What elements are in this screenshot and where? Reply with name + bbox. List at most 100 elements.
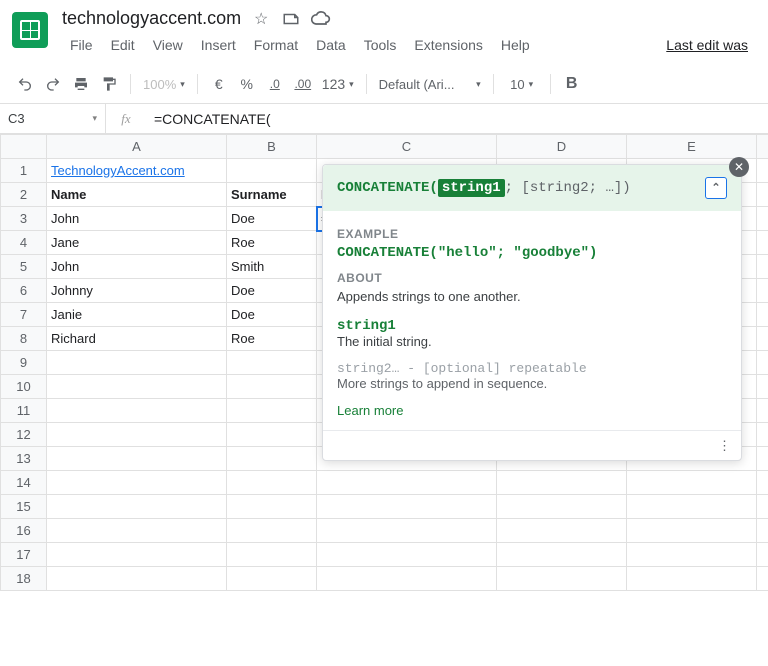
cell[interactable]: John — [47, 207, 227, 231]
row-header[interactable]: 9 — [1, 351, 47, 375]
cell[interactable]: TechnologyAccent.com — [47, 159, 227, 183]
cell[interactable]: Name — [47, 183, 227, 207]
bold-button[interactable]: B — [559, 71, 585, 97]
cell[interactable] — [627, 519, 757, 543]
cell[interactable]: Doe — [227, 303, 317, 327]
cell[interactable] — [627, 495, 757, 519]
cell[interactable] — [757, 423, 768, 447]
cell[interactable]: Doe — [227, 207, 317, 231]
close-icon[interactable]: ✕ — [729, 157, 749, 177]
cell[interactable] — [757, 303, 768, 327]
currency-button[interactable]: € — [206, 71, 232, 97]
cell[interactable] — [317, 543, 497, 567]
cell[interactable] — [497, 567, 627, 591]
cell[interactable] — [227, 543, 317, 567]
zoom-select[interactable]: 100% — [139, 71, 189, 97]
cell[interactable] — [317, 519, 497, 543]
formula-bar-input[interactable]: =CONCATENATE( — [146, 111, 768, 127]
cell[interactable]: Surname — [227, 183, 317, 207]
cell[interactable] — [757, 447, 768, 471]
row-header[interactable]: 1 — [1, 159, 47, 183]
paint-format-button[interactable] — [96, 71, 122, 97]
col-header-d[interactable]: D — [497, 135, 627, 159]
cell[interactable] — [47, 495, 227, 519]
cell[interactable] — [47, 399, 227, 423]
cell[interactable] — [47, 567, 227, 591]
select-all-corner[interactable] — [1, 135, 47, 159]
row-header[interactable]: 18 — [1, 567, 47, 591]
menu-help[interactable]: Help — [493, 33, 538, 57]
cell[interactable] — [317, 471, 497, 495]
row-header[interactable]: 17 — [1, 543, 47, 567]
cell[interactable] — [227, 399, 317, 423]
cloud-status-icon[interactable] — [311, 9, 331, 29]
cell[interactable] — [627, 471, 757, 495]
print-button[interactable] — [68, 71, 94, 97]
cell[interactable] — [757, 351, 768, 375]
cell[interactable] — [757, 183, 768, 207]
collapse-button[interactable]: ⌃ — [705, 177, 727, 199]
cell[interactable] — [757, 231, 768, 255]
percent-button[interactable]: % — [234, 71, 260, 97]
sheets-logo[interactable] — [12, 12, 48, 48]
cell[interactable] — [757, 543, 768, 567]
number-format-select[interactable]: 123 — [318, 71, 358, 97]
cell[interactable]: Johnny — [47, 279, 227, 303]
cell[interactable] — [227, 567, 317, 591]
row-header[interactable]: 7 — [1, 303, 47, 327]
cell[interactable] — [317, 567, 497, 591]
cell[interactable] — [627, 543, 757, 567]
menu-format[interactable]: Format — [246, 33, 306, 57]
menu-file[interactable]: File — [62, 33, 101, 57]
cell[interactable] — [497, 543, 627, 567]
row-header[interactable]: 11 — [1, 399, 47, 423]
col-header-e[interactable]: E — [627, 135, 757, 159]
row-header[interactable]: 10 — [1, 375, 47, 399]
cell[interactable] — [47, 543, 227, 567]
row-header[interactable]: 14 — [1, 471, 47, 495]
menu-edit[interactable]: Edit — [103, 33, 143, 57]
cell[interactable] — [227, 495, 317, 519]
row-header[interactable]: 2 — [1, 183, 47, 207]
cell[interactable] — [627, 567, 757, 591]
row-header[interactable]: 13 — [1, 447, 47, 471]
cell[interactable] — [47, 375, 227, 399]
col-header-a[interactable]: A — [47, 135, 227, 159]
decrease-decimal-button[interactable]: .0 — [262, 71, 288, 97]
cell[interactable] — [757, 159, 768, 183]
cell[interactable] — [47, 351, 227, 375]
font-size-select[interactable]: 10 — [502, 71, 542, 97]
cell[interactable] — [227, 159, 317, 183]
cell[interactable] — [47, 519, 227, 543]
menu-view[interactable]: View — [145, 33, 191, 57]
cell[interactable] — [757, 207, 768, 231]
cell[interactable] — [227, 375, 317, 399]
star-icon[interactable]: ☆ — [251, 9, 271, 29]
col-header-b[interactable]: B — [227, 135, 317, 159]
cell[interactable] — [227, 471, 317, 495]
cell[interactable] — [227, 423, 317, 447]
row-header[interactable]: 8 — [1, 327, 47, 351]
row-header[interactable]: 12 — [1, 423, 47, 447]
learn-more-link[interactable]: Learn more — [337, 403, 727, 418]
menu-data[interactable]: Data — [308, 33, 354, 57]
row-header[interactable]: 3 — [1, 207, 47, 231]
cell[interactable] — [497, 519, 627, 543]
row-header[interactable]: 5 — [1, 255, 47, 279]
cell[interactable] — [757, 375, 768, 399]
doc-title[interactable]: technologyaccent.com — [62, 8, 241, 29]
cell[interactable] — [227, 519, 317, 543]
undo-button[interactable] — [12, 71, 38, 97]
cell[interactable]: Roe — [227, 327, 317, 351]
menu-extensions[interactable]: Extensions — [406, 33, 490, 57]
cell[interactable] — [757, 399, 768, 423]
col-header-c[interactable]: C — [317, 135, 497, 159]
cell[interactable]: Roe — [227, 231, 317, 255]
cell[interactable] — [227, 447, 317, 471]
cell[interactable] — [497, 495, 627, 519]
redo-button[interactable] — [40, 71, 66, 97]
increase-decimal-button[interactable]: .00 — [290, 71, 316, 97]
cell[interactable]: Janie — [47, 303, 227, 327]
cell[interactable] — [47, 471, 227, 495]
cell[interactable]: Smith — [227, 255, 317, 279]
